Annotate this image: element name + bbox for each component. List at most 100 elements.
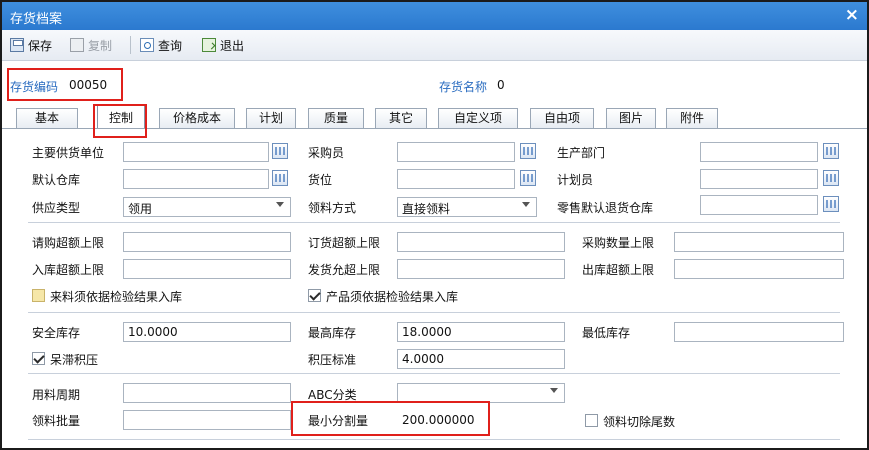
purchase-req-over-limit-input[interactable] — [123, 232, 291, 252]
default-warehouse-label: 默认仓库 — [32, 173, 81, 187]
location-label: 货位 — [308, 173, 333, 187]
tab-basic[interactable]: 基本 — [16, 108, 78, 128]
production-dept-reference-icon[interactable] — [823, 143, 839, 159]
tab-other[interactable]: 其它 — [375, 108, 427, 128]
tab-plan[interactable]: 计划 — [246, 108, 296, 128]
exit-button[interactable]: 退出 — [202, 35, 244, 55]
order-over-limit-label: 订货超额上限 — [308, 236, 381, 250]
usage-cycle-label: 用料周期 — [32, 388, 81, 402]
slow-moving-checkbox[interactable] — [32, 352, 45, 365]
section-divider — [28, 439, 840, 440]
inventory-archive-window: 存货档案 × 保存 复制 查询 退出 存货编码 00050 存货名称 0 基本 … — [0, 0, 869, 450]
supply-type-value: 领用 — [128, 202, 153, 216]
copy-button[interactable]: 复制 — [70, 35, 112, 55]
location-input[interactable] — [397, 169, 515, 189]
issue-batch-input[interactable] — [123, 410, 291, 430]
main-supplier-reference-icon[interactable] — [272, 143, 288, 159]
tab-control[interactable]: 控制 — [97, 105, 145, 129]
query-icon — [140, 38, 154, 52]
inventory-code-label: 存货编码 — [10, 80, 59, 94]
abc-class-select[interactable] — [397, 383, 565, 403]
supply-type-select[interactable]: 领用 — [123, 197, 291, 217]
chevron-down-icon — [276, 202, 284, 207]
overstock-standard-input[interactable]: 4.0000 — [397, 349, 565, 369]
chevron-down-icon — [550, 388, 558, 393]
outbound-over-limit-label: 出库超额上限 — [582, 263, 655, 277]
tab-quality[interactable]: 质量 — [308, 108, 364, 128]
issue-method-value: 直接领料 — [402, 202, 451, 216]
buyer-label: 采购员 — [308, 146, 345, 160]
save-button[interactable]: 保存 — [10, 35, 52, 55]
inbound-over-limit-label: 入库超额上限 — [32, 263, 105, 277]
issue-method-select[interactable]: 直接领料 — [397, 197, 537, 217]
planner-reference-icon[interactable] — [823, 170, 839, 186]
min-stock-label: 最低库存 — [582, 326, 631, 340]
default-warehouse-reference-icon[interactable] — [272, 170, 288, 186]
exit-icon — [202, 38, 216, 52]
tab-images[interactable]: 图片 — [606, 108, 656, 128]
shipment-over-limit-input[interactable] — [397, 259, 565, 279]
main-supplier-input[interactable] — [123, 142, 269, 162]
copy-label: 复制 — [88, 38, 113, 53]
tab-baseline — [2, 128, 867, 129]
query-label: 查询 — [158, 38, 183, 53]
safety-stock-label: 安全库存 — [32, 326, 81, 340]
min-split-qty-input[interactable]: 200.000000 — [397, 410, 487, 430]
exit-label: 退出 — [220, 38, 245, 53]
window-title: 存货档案 — [10, 12, 63, 27]
inventory-name-label: 存货名称 — [439, 80, 488, 94]
query-button[interactable]: 查询 — [140, 35, 182, 55]
production-dept-input[interactable] — [700, 142, 818, 162]
outbound-over-limit-input[interactable] — [674, 259, 844, 279]
tab-price-cost[interactable]: 价格成本 — [159, 108, 235, 128]
max-stock-input[interactable]: 18.0000 — [397, 322, 565, 342]
retail-return-warehouse-reference-icon[interactable] — [823, 196, 839, 212]
retail-return-warehouse-input[interactable] — [700, 195, 818, 215]
save-label: 保存 — [28, 38, 53, 53]
section-divider — [28, 222, 840, 223]
tab-custom-items[interactable]: 自定义项 — [438, 108, 518, 128]
retail-return-warehouse-label: 零售默认退货仓库 — [557, 201, 654, 215]
order-over-limit-input[interactable] — [397, 232, 565, 252]
tab-free-items[interactable]: 自由项 — [530, 108, 594, 128]
inventory-code-value[interactable]: 00050 — [69, 78, 107, 92]
copy-icon — [70, 38, 84, 52]
shipment-over-limit-label: 发货允超上限 — [308, 263, 381, 277]
planner-input[interactable] — [700, 169, 818, 189]
chevron-down-icon — [522, 202, 530, 207]
purchase-qty-limit-input[interactable] — [674, 232, 844, 252]
purchase-req-over-limit-label: 请购超额上限 — [32, 236, 105, 250]
production-dept-label: 生产部门 — [557, 146, 606, 160]
abc-class-label: ABC分类 — [308, 388, 357, 402]
product-inspection-label: 产品须依据检验结果入库 — [326, 290, 459, 304]
tab-strip: 基本 控制 价格成本 计划 质量 其它 自定义项 自由项 图片 附件 — [2, 105, 867, 129]
section-divider — [28, 373, 840, 374]
form-content: 存货编码 00050 存货名称 0 基本 控制 价格成本 计划 质量 其它 自定… — [2, 61, 867, 448]
main-supplier-label: 主要供货单位 — [32, 146, 105, 160]
issue-cut-tail-checkbox[interactable] — [585, 414, 598, 427]
inventory-name-value[interactable]: 0 — [497, 78, 505, 92]
issue-cut-tail-label: 领料切除尾数 — [603, 415, 676, 429]
close-icon[interactable]: × — [845, 5, 859, 25]
planner-label: 计划员 — [557, 173, 594, 187]
product-inspection-checkbox[interactable] — [308, 289, 321, 302]
incoming-inspection-checkbox[interactable] — [32, 289, 45, 302]
min-stock-input[interactable] — [674, 322, 844, 342]
purchase-qty-limit-label: 采购数量上限 — [582, 236, 655, 250]
safety-stock-input[interactable]: 10.0000 — [123, 322, 291, 342]
max-stock-label: 最高库存 — [308, 326, 357, 340]
tab-attachments[interactable]: 附件 — [666, 108, 718, 128]
min-split-qty-label: 最小分割量 — [308, 414, 369, 428]
buyer-input[interactable] — [397, 142, 515, 162]
usage-cycle-input[interactable] — [123, 383, 291, 403]
inbound-over-limit-input[interactable] — [123, 259, 291, 279]
issue-method-label: 领料方式 — [308, 201, 357, 215]
location-reference-icon[interactable] — [520, 170, 536, 186]
default-warehouse-input[interactable] — [123, 169, 269, 189]
overstock-standard-label: 积压标准 — [308, 353, 357, 367]
supply-type-label: 供应类型 — [32, 201, 81, 215]
buyer-reference-icon[interactable] — [520, 143, 536, 159]
toolbar: 保存 复制 查询 退出 — [2, 30, 867, 61]
title-bar: 存货档案 × — [2, 2, 867, 30]
incoming-inspection-label: 来料须依据检验结果入库 — [50, 290, 183, 304]
